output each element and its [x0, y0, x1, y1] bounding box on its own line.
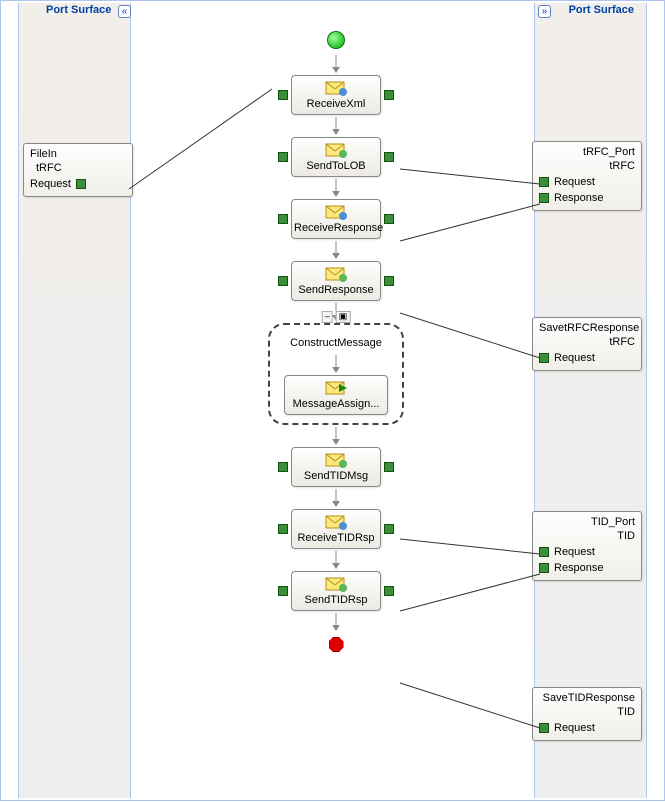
shape-label: ReceiveXml [294, 98, 378, 110]
group-type-icon: ▣ [336, 311, 351, 323]
send-to-lob-shape[interactable]: SendToLOB [291, 137, 381, 177]
collapse-right-icon[interactable]: » [538, 5, 551, 18]
port-name: FileIn [30, 148, 126, 160]
arrow-icon [332, 427, 340, 445]
operation-label: Response [554, 192, 604, 204]
operation-label: Request [554, 546, 595, 558]
port-connector-stub[interactable] [278, 214, 288, 224]
shape-label: SendTIDMsg [294, 470, 378, 482]
port-surface-header-right: Port Surface [569, 4, 634, 16]
envelope-receive-icon [325, 514, 347, 530]
envelope-receive-icon [325, 80, 347, 96]
send-response-shape[interactable]: SendResponse [291, 261, 381, 301]
send-tid-msg-shape[interactable]: SendTIDMsg [291, 447, 381, 487]
shape-label: SendResponse [294, 284, 378, 296]
port-name: SavetRFCResponse [539, 322, 635, 334]
start-shape[interactable] [327, 31, 345, 49]
trfc-port[interactable]: tRFC_Port tRFC Request Response [532, 141, 642, 211]
operation-stub[interactable] [539, 723, 549, 733]
collapse-left-icon[interactable]: « [118, 5, 131, 18]
envelope-assign-icon [325, 380, 347, 396]
envelope-send-icon [325, 266, 347, 282]
end-shape[interactable] [329, 637, 344, 652]
operation-stub[interactable] [76, 179, 86, 189]
port-surface-right-panel[interactable] [534, 3, 647, 798]
arrow-icon [332, 179, 340, 197]
port-connector-stub[interactable] [384, 152, 394, 162]
receive-xml-shape[interactable]: ReceiveXml [291, 75, 381, 115]
envelope-send-icon [325, 142, 347, 158]
receive-response-shape[interactable]: ReceiveResponse [291, 199, 381, 239]
arrow-icon [332, 55, 340, 73]
port-connector-stub[interactable] [384, 462, 394, 472]
port-name: TID_Port [539, 516, 635, 528]
group-toolbar[interactable]: – ▣ [322, 311, 351, 323]
collapse-toggle-icon[interactable]: – [322, 311, 333, 323]
operation-stub[interactable] [539, 193, 549, 203]
port-connector-stub[interactable] [384, 214, 394, 224]
port-type: TID [539, 530, 635, 542]
port-type: tRFC [30, 162, 126, 174]
operation-label: Request [554, 352, 595, 364]
port-operation-response[interactable]: Response [539, 560, 635, 576]
shape-label: SendTIDRsp [294, 594, 378, 606]
right-gutter [647, 3, 662, 798]
port-type: tRFC [539, 160, 635, 172]
port-connector-stub[interactable] [278, 276, 288, 286]
receive-tid-rsp-shape[interactable]: ReceiveTIDRsp [291, 509, 381, 549]
port-operation-request[interactable]: Request [539, 720, 635, 736]
arrow-icon [332, 489, 340, 507]
arrow-icon [332, 355, 340, 373]
port-operation-request[interactable]: Request [539, 174, 635, 190]
port-type: TID [539, 706, 635, 718]
message-assignment-shape[interactable]: MessageAssign... [284, 375, 388, 415]
send-tid-rsp-shape[interactable]: SendTIDRsp [291, 571, 381, 611]
port-name: SaveTIDResponse [539, 692, 635, 704]
port-type: tRFC [539, 336, 635, 348]
port-operation-request[interactable]: Request [30, 176, 126, 192]
left-gutter [3, 3, 18, 798]
port-connector-stub[interactable] [384, 586, 394, 596]
save-tid-response-port[interactable]: SaveTIDResponse TID Request [532, 687, 642, 741]
save-trfc-response-port[interactable]: SavetRFCResponse tRFC Request [532, 317, 642, 371]
shape-label: ReceiveResponse [294, 222, 378, 234]
port-connector-stub[interactable] [278, 462, 288, 472]
envelope-send-icon [325, 576, 347, 592]
shape-label: SendToLOB [294, 160, 378, 172]
port-connector-stub[interactable] [278, 586, 288, 596]
arrow-icon [332, 613, 340, 631]
port-surface-left-panel[interactable] [18, 3, 131, 798]
arrow-icon [332, 241, 340, 259]
port-connector-stub[interactable] [278, 90, 288, 100]
group-label: ConstructMessage [290, 337, 382, 349]
operation-stub[interactable] [539, 563, 549, 573]
file-in-port[interactable]: FileIn tRFC Request [23, 143, 133, 197]
port-connector-stub[interactable] [384, 276, 394, 286]
envelope-send-icon [325, 452, 347, 468]
port-operation-request[interactable]: Request [539, 544, 635, 560]
construct-message-group[interactable]: – ▣ ConstructMessage MessageAssign... [268, 323, 404, 425]
port-connector-stub[interactable] [384, 90, 394, 100]
arrow-icon [332, 551, 340, 569]
operation-stub[interactable] [539, 177, 549, 187]
operation-label: Request [30, 178, 71, 190]
port-connector-stub[interactable] [278, 152, 288, 162]
arrow-icon [332, 117, 340, 135]
port-operation-request[interactable]: Request [539, 350, 635, 366]
operation-stub[interactable] [539, 547, 549, 557]
port-name: tRFC_Port [539, 146, 635, 158]
port-operation-response[interactable]: Response [539, 190, 635, 206]
envelope-receive-icon [325, 204, 347, 220]
operation-label: Request [554, 176, 595, 188]
operation-stub[interactable] [539, 353, 549, 363]
tid-port[interactable]: TID_Port TID Request Response [532, 511, 642, 581]
operation-label: Response [554, 562, 604, 574]
port-surface-header-left: Port Surface [46, 4, 111, 16]
shape-label: ReceiveTIDRsp [294, 532, 378, 544]
port-connector-stub[interactable] [278, 524, 288, 534]
orchestration-column: ReceiveXml SendToLOB ReceiveResponse Sen… [266, 31, 406, 652]
operation-label: Request [554, 722, 595, 734]
port-connector-stub[interactable] [384, 524, 394, 534]
shape-label: MessageAssign... [287, 398, 385, 410]
